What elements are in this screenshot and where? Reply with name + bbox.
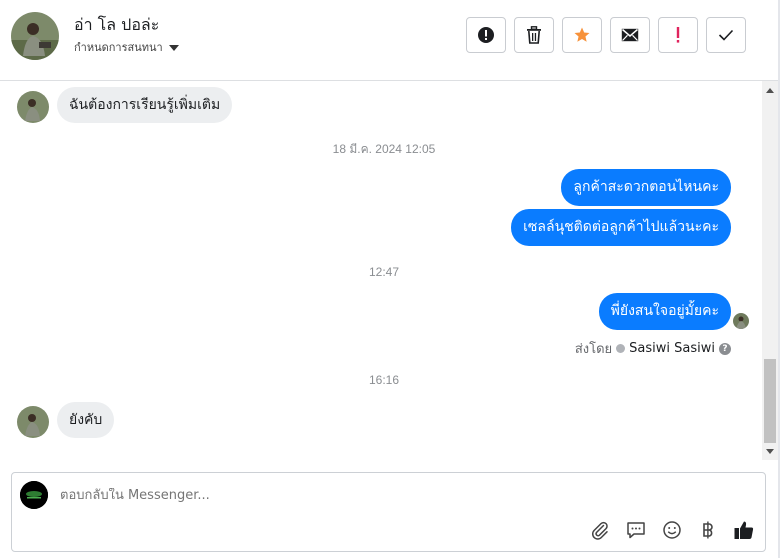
delete-button[interactable] (514, 17, 554, 53)
outgoing-message[interactable]: ลูกค้าสะดวกตอนไหนคะ (561, 169, 731, 206)
mark-unread-button[interactable] (610, 17, 650, 53)
outgoing-message[interactable]: พี่ยังสนใจอยู่มั้ยคะ (598, 293, 731, 330)
scroll-up-arrow-icon[interactable] (762, 84, 778, 96)
contact-name[interactable]: อ่า โล ปอล่ะ (74, 13, 159, 38)
composer-toolbar (589, 519, 755, 541)
sent-by-name: Sasiwi Sasiwi (629, 341, 715, 356)
exclamation-icon (676, 27, 680, 43)
chevron-down-icon (168, 44, 179, 51)
message-timestamp: 12:47 (368, 265, 400, 279)
sent-by-info: ส่งโดย Sasiwi Sasiwi ? (575, 338, 731, 359)
page-avatar (20, 481, 48, 509)
thread-scrollbar[interactable] (762, 81, 778, 460)
header-actions (466, 17, 746, 53)
envelope-icon (621, 28, 639, 42)
message-thread[interactable]: ฉันต้องการเรียนรู้เพิ่มเติม 18 มี.ค. 202… (0, 81, 762, 460)
incoming-message[interactable]: ยังคับ (57, 402, 115, 438)
reply-composer[interactable] (11, 472, 766, 552)
emoji-icon[interactable] (661, 519, 683, 541)
check-icon (718, 29, 734, 41)
saved-reply-icon[interactable] (625, 519, 647, 541)
star-button[interactable] (562, 17, 602, 53)
baht-icon[interactable] (697, 519, 719, 541)
contact-avatar-small (17, 91, 49, 123)
verified-dot-icon (616, 344, 626, 353)
exclamation-circle-icon (478, 27, 494, 43)
contact-avatar[interactable] (11, 12, 59, 60)
seen-receipt-avatar (733, 313, 749, 329)
trash-icon (527, 26, 541, 44)
spam-button[interactable] (466, 17, 506, 53)
sent-by-label: ส่งโดย (574, 342, 613, 357)
help-icon[interactable]: ? (719, 342, 731, 355)
conversation-header: อ่า โล ปอล่ะ กำหนดการสนทนา (0, 0, 780, 81)
reply-input[interactable] (60, 488, 660, 503)
done-button[interactable] (706, 17, 746, 53)
follow-up-button[interactable] (658, 17, 698, 53)
message-timestamp: 18 มี.ค. 2024 12:05 (332, 142, 436, 156)
contact-avatar-small (17, 406, 49, 438)
assign-conversation-dropdown[interactable]: กำหนดการสนทนา (74, 38, 179, 56)
star-icon (574, 27, 590, 42)
assign-label: กำหนดการสนทนา (74, 41, 163, 54)
thumbs-up-icon[interactable] (733, 519, 755, 541)
paperclip-icon[interactable] (589, 519, 611, 541)
scrollbar-thumb[interactable] (764, 359, 776, 443)
outgoing-message[interactable]: เซลล์นุชติดต่อลูกค้าไปแล้วนะคะ (511, 209, 731, 246)
incoming-message[interactable]: ฉันต้องการเรียนรู้เพิ่มเติม (57, 87, 233, 123)
message-timestamp: 16:16 (368, 373, 400, 387)
scroll-down-arrow-icon[interactable] (762, 445, 778, 457)
